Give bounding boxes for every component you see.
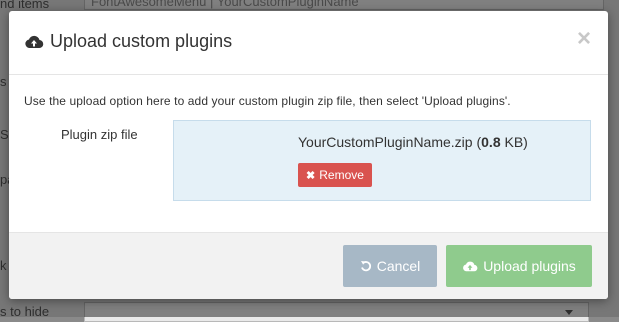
cloud-upload-icon: [462, 260, 478, 273]
selected-file: YourCustomPluginName.zip (0.8 KB): [298, 134, 528, 150]
upload-plugins-modal: Upload custom plugins × Use the upload o…: [9, 11, 608, 299]
cloud-upload-icon: [24, 34, 44, 50]
file-size-open: (: [472, 134, 482, 150]
close-icon[interactable]: ×: [577, 27, 591, 51]
modal-title-text: Upload custom plugins: [50, 31, 233, 51]
file-dropzone[interactable]: YourCustomPluginName.zip (0.8 KB) ✖ Remo…: [173, 120, 591, 201]
modal-footer: Cancel Upload plugins: [9, 232, 608, 299]
file-size-value: 0.8: [481, 134, 501, 150]
upload-plugins-button[interactable]: Upload plugins: [446, 245, 592, 287]
cancel-label: Cancel: [376, 258, 421, 274]
modal-header: Upload custom plugins ×: [9, 11, 608, 75]
remove-label: Remove: [319, 168, 364, 182]
undo-icon: [360, 260, 372, 272]
file-size-unit: KB): [500, 134, 528, 150]
remove-button[interactable]: ✖ Remove: [298, 163, 372, 187]
intro-text: Use the upload option here to add your c…: [24, 94, 511, 108]
modal-body: Use the upload option here to add your c…: [9, 75, 608, 232]
upload-label: Upload plugins: [483, 258, 576, 274]
modal-title: Upload custom plugins: [24, 31, 232, 52]
file-name: YourCustomPluginName.zip: [298, 134, 473, 150]
cancel-button[interactable]: Cancel: [343, 245, 437, 287]
plugin-zip-label: Plugin zip file: [61, 127, 138, 142]
close-icon: ✖: [306, 169, 316, 182]
